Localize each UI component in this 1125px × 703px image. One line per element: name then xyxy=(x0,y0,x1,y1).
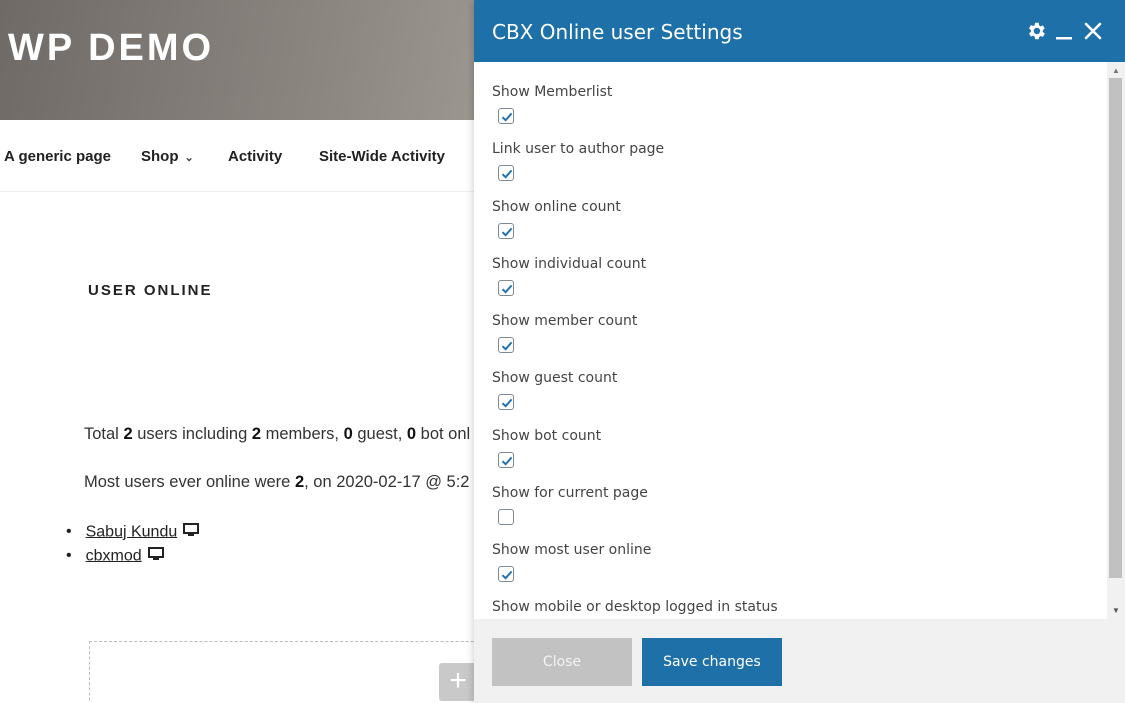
nav-item-label: Shop xyxy=(141,148,179,165)
setting-show-memberlist: Show Memberlist xyxy=(492,84,613,124)
close-button[interactable]: Close xyxy=(492,638,632,686)
setting-label: Show Memberlist xyxy=(492,84,613,100)
setting-bot-count: Show bot count xyxy=(492,428,602,468)
setting-label: Show guest count xyxy=(492,370,618,386)
site-title[interactable]: WP DEMO xyxy=(8,27,214,70)
most-user-online-checkbox[interactable] xyxy=(498,566,514,582)
setting-label: Show member count xyxy=(492,313,638,329)
scrollbar-thumb[interactable] xyxy=(1109,78,1122,578)
total-count: 2 xyxy=(123,425,133,443)
setting-individual-count: Show individual count xyxy=(492,256,647,296)
scroll-up-arrow-icon[interactable]: ▲ xyxy=(1112,66,1120,75)
online-total-summary: Total 2 users including 2 members, 0 gue… xyxy=(84,425,470,444)
guest-count-checkbox[interactable] xyxy=(498,394,514,410)
user-link[interactable]: cbxmod xyxy=(84,546,164,566)
member-count-checkbox[interactable] xyxy=(498,337,514,353)
summary-text: Most users ever online were xyxy=(84,473,295,491)
summary-text: , on 2020-02-17 @ 5:2 xyxy=(304,473,470,491)
summary-text: users including xyxy=(132,425,252,443)
setting-label: Show online count xyxy=(492,199,621,215)
setting-current-page: Show for current page xyxy=(492,485,648,525)
nav-item-site-wide-activity[interactable]: Site-Wide Activity xyxy=(319,148,445,165)
summary-text: Total xyxy=(84,425,124,443)
current-page-checkbox[interactable] xyxy=(498,509,514,525)
scroll-down-arrow-icon[interactable]: ▼ xyxy=(1112,606,1120,615)
setting-guest-count: Show guest count xyxy=(492,370,618,410)
add-block-button[interactable]: + xyxy=(439,663,477,701)
link-author-checkbox[interactable] xyxy=(498,165,514,181)
setting-member-count: Show member count xyxy=(492,313,638,353)
member-count: 2 xyxy=(251,425,262,443)
list-item: Sabuj Kundu xyxy=(66,520,200,544)
summary-text: guest, xyxy=(352,425,407,443)
setting-label: Show most user online xyxy=(492,542,652,558)
bot-count-checkbox[interactable] xyxy=(498,452,514,468)
desktop-icon xyxy=(183,522,200,542)
most-users-summary: Most users ever online were 2, on 2020-0… xyxy=(84,473,470,492)
nav-item-shop[interactable]: Shop ⌄ xyxy=(141,148,194,165)
gear-icon[interactable] xyxy=(1025,20,1047,42)
setting-device-status: Show mobile or desktop logged in status xyxy=(492,599,778,615)
modal-body[interactable]: Show Memberlist Link user to author page… xyxy=(474,62,1125,619)
save-changes-button[interactable]: Save changes xyxy=(642,638,782,686)
nav-item-generic-page[interactable]: A generic page xyxy=(4,148,111,165)
online-user-list: Sabuj Kundu cbxmod xyxy=(66,520,200,568)
nav-item-activity[interactable]: Activity xyxy=(228,148,282,165)
summary-text: bot onl xyxy=(416,425,471,443)
most-users-count: 2 xyxy=(294,473,305,491)
modal-header: CBX Online user Settings xyxy=(474,0,1125,62)
guest-count: 0 xyxy=(343,425,353,443)
settings-modal: CBX Online user Settings Show Memberlist… xyxy=(474,0,1125,703)
setting-label: Show bot count xyxy=(492,428,602,444)
minimize-icon[interactable] xyxy=(1054,20,1076,42)
summary-text: members, xyxy=(261,425,344,443)
setting-label: Show for current page xyxy=(492,485,648,501)
show-memberlist-checkbox[interactable] xyxy=(498,108,514,124)
user-name: cbxmod xyxy=(85,547,142,565)
bot-count: 0 xyxy=(406,425,417,443)
user-link[interactable]: Sabuj Kundu xyxy=(84,522,200,542)
list-item: cbxmod xyxy=(66,544,199,568)
chevron-down-icon: ⌄ xyxy=(184,152,194,164)
desktop-icon xyxy=(147,546,164,566)
individual-count-checkbox[interactable] xyxy=(498,280,514,296)
online-count-checkbox[interactable] xyxy=(498,223,514,239)
setting-label: Link user to author page xyxy=(492,141,665,157)
setting-most-user-online: Show most user online xyxy=(492,542,652,582)
modal-scrollbar[interactable]: ▲ ▼ xyxy=(1107,62,1125,619)
user-name: Sabuj Kundu xyxy=(85,523,178,541)
setting-label: Show individual count xyxy=(492,256,647,272)
setting-online-count: Show online count xyxy=(492,199,621,239)
modal-footer: Close Save changes xyxy=(474,619,1125,703)
modal-title: CBX Online user Settings xyxy=(492,20,743,44)
setting-label: Show mobile or desktop logged in status xyxy=(492,599,778,615)
widget-title: USER ONLINE xyxy=(88,282,213,299)
setting-link-author: Link user to author page xyxy=(492,141,665,181)
close-icon[interactable] xyxy=(1082,20,1104,42)
